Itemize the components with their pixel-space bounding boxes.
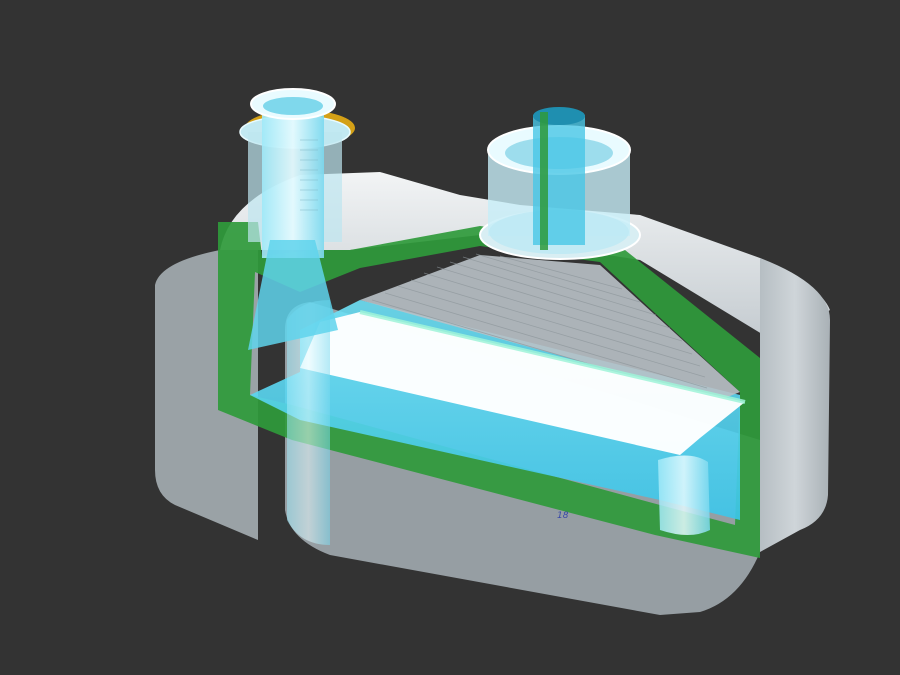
outlet-port[interactable] <box>479 107 641 260</box>
dimension-annotation: 18 <box>557 511 569 521</box>
inlet-tube <box>262 108 324 258</box>
cad-viewport[interactable]: 18 <box>0 0 900 675</box>
membrane-endcap <box>658 455 710 535</box>
outlet-tube-edge <box>540 112 548 250</box>
housing-right-wall <box>760 258 830 552</box>
inlet-opening-inner <box>263 97 323 115</box>
